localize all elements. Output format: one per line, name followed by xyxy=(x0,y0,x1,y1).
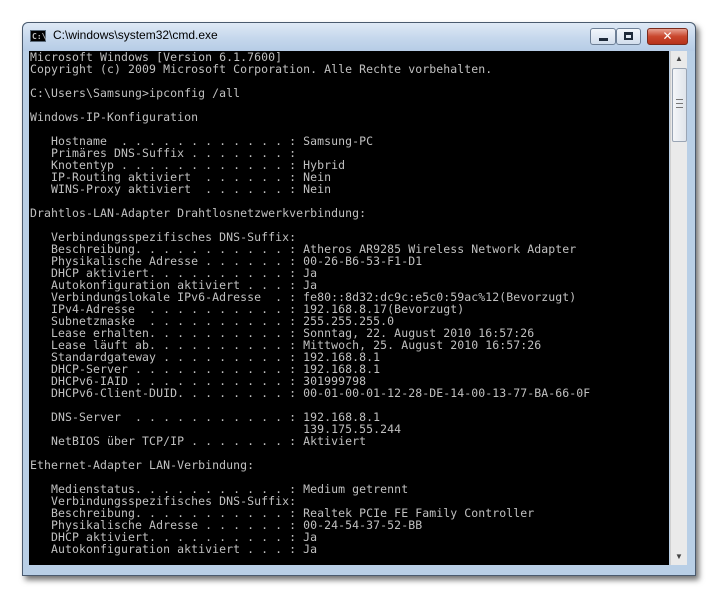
scroll-up-arrow-icon[interactable]: ▲ xyxy=(671,51,687,67)
console-line: Autokonfiguration aktiviert . . . : Ja xyxy=(30,542,318,556)
console-text: Microsoft Windows [Version 6.1.7600] Copy… xyxy=(29,51,669,555)
cmd-icon[interactable]: C:\ xyxy=(30,30,46,42)
minimize-button[interactable] xyxy=(590,28,616,45)
console-line: WINS-Proxy aktiviert . . . . . . : Nein xyxy=(30,182,332,196)
cmd-window: C:\ C:\windows\system32\cmd.exe ✕ Micros… xyxy=(22,22,696,576)
console-output[interactable]: Microsoft Windows [Version 6.1.7600] Copy… xyxy=(29,51,669,565)
title-bar[interactable]: C:\ C:\windows\system32\cmd.exe ✕ xyxy=(23,23,695,51)
vertical-scrollbar[interactable]: ▲ ▼ xyxy=(670,51,687,565)
minimize-icon xyxy=(599,38,608,41)
close-button[interactable]: ✕ xyxy=(647,28,688,45)
console-line: Windows-IP-Konfiguration xyxy=(30,110,199,124)
close-icon: ✕ xyxy=(662,29,673,43)
maximize-button[interactable] xyxy=(616,28,641,45)
console-line: Ethernet-Adapter LAN-Verbindung: xyxy=(30,458,255,472)
grip-icon xyxy=(676,99,683,108)
scroll-down-arrow-icon[interactable]: ▼ xyxy=(671,549,687,565)
console-line: C:\Users\Samsung>ipconfig /all xyxy=(30,86,241,100)
window-title: C:\windows\system32\cmd.exe xyxy=(53,28,218,42)
console-line: Drahtlos-LAN-Adapter Drahtlosnetzwerkver… xyxy=(30,206,367,220)
console-line: Copyright (c) 2009 Microsoft Corporation… xyxy=(30,62,493,76)
maximize-icon xyxy=(624,32,633,40)
scrollbar-thumb[interactable] xyxy=(672,68,687,142)
console-line: DHCPv6-Client-DUID. . . . . . . . : 00-0… xyxy=(30,386,591,400)
console-line: NetBIOS über TCP/IP . . . . . . . : Akti… xyxy=(30,434,367,448)
